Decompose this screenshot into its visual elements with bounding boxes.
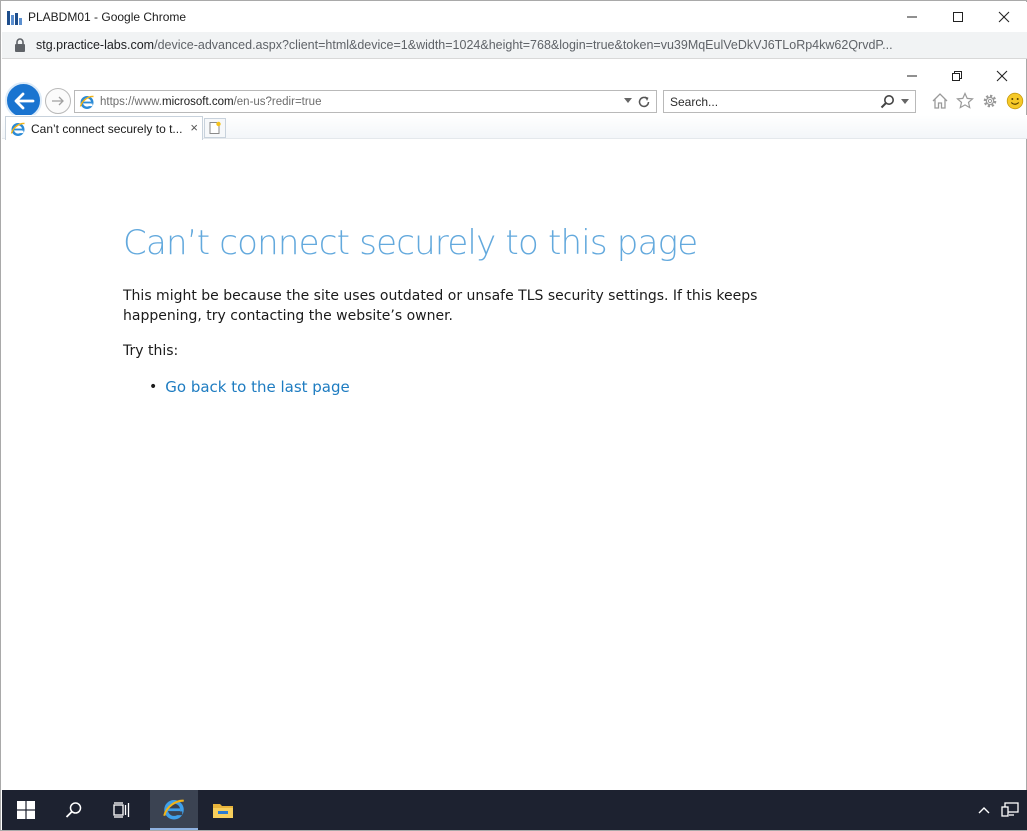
forward-arrow-icon (52, 96, 64, 106)
internet-explorer-taskbar-button[interactable] (150, 790, 198, 830)
search-icon (65, 802, 82, 818)
tab-title: Can’t connect securely to t... (31, 121, 183, 136)
close-icon (996, 70, 1007, 82)
search-input[interactable]: Search... (670, 95, 718, 109)
network-status-button[interactable] (998, 790, 1022, 830)
windows-start-icon (17, 801, 35, 819)
new-tab-icon (209, 121, 221, 134)
address-host: microsoft.com (162, 95, 234, 108)
gear-icon (983, 94, 996, 108)
address-bar[interactable]: https://www.microsoft.com/en-us?redir=tr… (74, 90, 657, 113)
network-icon (1001, 802, 1019, 817)
refresh-icon[interactable] (637, 95, 651, 109)
maximize-button[interactable] (935, 2, 981, 32)
favorites-star-icon (955, 92, 974, 109)
error-description: This might be because the site uses outd… (123, 288, 758, 324)
minimize-button[interactable] (889, 2, 935, 32)
chrome-url-text[interactable]: stg.practice-labs.com/device-advanced.as… (36, 38, 1011, 52)
taskview-icon (113, 802, 130, 818)
close-icon (998, 11, 1010, 23)
chrome-url-path: /device-advanced.aspx?client=html&device… (154, 38, 893, 52)
close-button[interactable] (981, 2, 1027, 32)
dropdown-icon[interactable] (624, 98, 632, 104)
address-text[interactable]: https://www.microsoft.com/en-us?redir=tr… (100, 96, 321, 108)
try-this-label: Try this: (123, 343, 179, 359)
tab-close-button[interactable]: × (190, 121, 198, 135)
ie-close-button[interactable] (979, 63, 1024, 89)
error-page-content: Can’t connect securely to this page This… (123, 223, 883, 396)
ie-minimize-button[interactable] (889, 63, 934, 89)
task-view-button[interactable] (98, 790, 146, 830)
search-taskbar-button[interactable] (50, 790, 98, 830)
maximize-icon (953, 12, 963, 22)
search-icon[interactable] (880, 94, 895, 109)
minimize-icon (907, 16, 917, 18)
chrome-url-host: stg.practice-labs.com (36, 38, 155, 52)
taskbar (2, 790, 1027, 830)
lock-icon[interactable] (14, 38, 26, 52)
go-back-link[interactable]: Go back to the last page (165, 378, 349, 396)
ie-restore-button[interactable] (934, 63, 979, 89)
ie-logo-icon (163, 799, 184, 820)
address-prefix: https://www. (100, 95, 162, 108)
search-box[interactable]: Search... (663, 90, 916, 113)
new-tab-button[interactable] (204, 118, 226, 138)
back-button[interactable] (5, 82, 42, 119)
tab-current[interactable]: Can’t connect securely to t... × (5, 116, 203, 140)
chevron-up-icon (978, 807, 990, 814)
feedback-button[interactable] (1002, 89, 1027, 113)
ie-logo-icon (79, 95, 94, 109)
restore-icon (951, 71, 962, 81)
start-button[interactable] (2, 790, 50, 830)
chrome-window: PLABDM01 - Google Chrome stg.practice-la… (0, 0, 1027, 831)
minimize-icon (906, 75, 917, 77)
address-path: /en-us?redir=true (233, 95, 322, 108)
chrome-app-icon (6, 9, 22, 25)
file-explorer-taskbar-button[interactable] (199, 790, 247, 830)
file-explorer-icon (213, 804, 233, 818)
smiley-icon (1006, 92, 1023, 110)
settings-button[interactable] (977, 89, 1002, 113)
list-item: • Go back to the last page (149, 378, 883, 396)
dropdown-icon[interactable] (901, 99, 909, 105)
forward-button[interactable] (45, 88, 71, 114)
window-title: PLABDM01 - Google Chrome (28, 10, 187, 24)
page-title: Can’t connect securely to this page (123, 223, 698, 263)
home-icon (932, 93, 947, 109)
back-arrow-icon (14, 92, 34, 109)
favorites-button[interactable] (952, 89, 977, 113)
chrome-titlebar: PLABDM01 - Google Chrome (2, 2, 1027, 32)
bullet: • (149, 379, 158, 395)
ie-logo-icon (10, 122, 25, 136)
home-button[interactable] (927, 89, 952, 113)
chrome-url-bar[interactable]: stg.practice-labs.com/device-advanced.as… (2, 32, 1027, 59)
tab-strip: Can’t connect securely to t... × (2, 115, 1027, 140)
show-hidden-icons-button[interactable] (974, 790, 994, 830)
